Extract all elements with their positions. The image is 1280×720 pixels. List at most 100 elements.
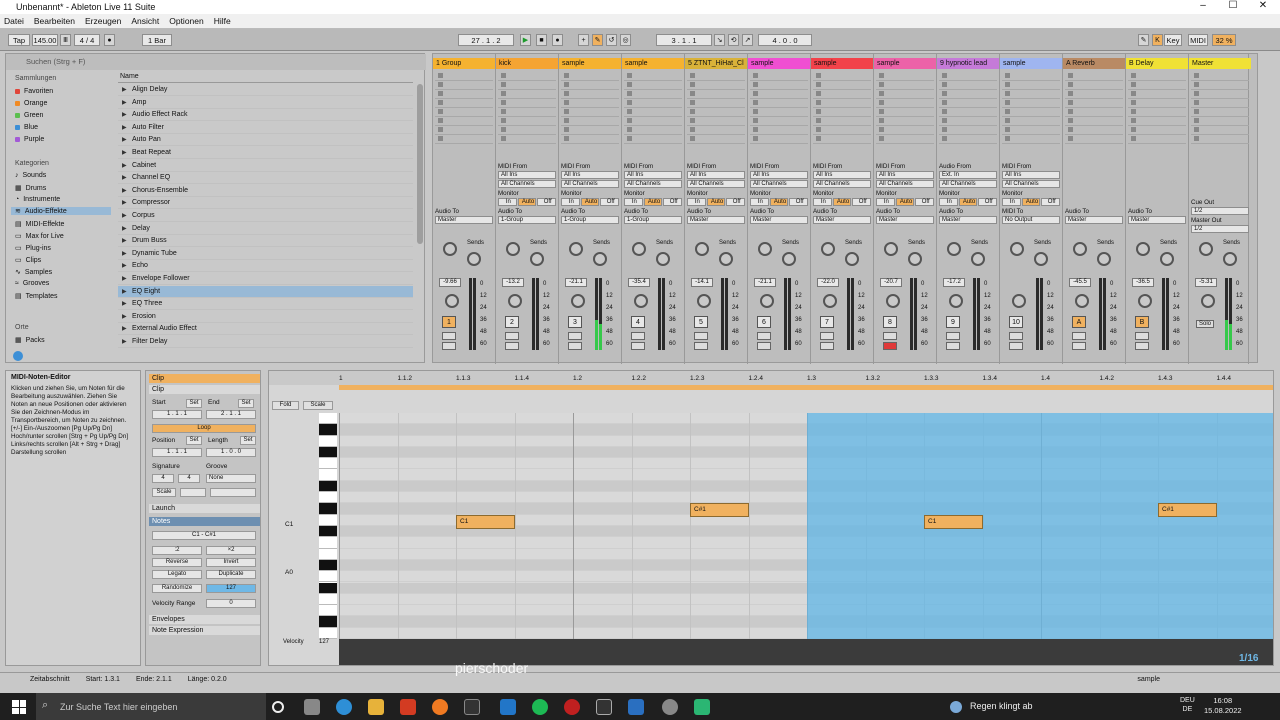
send-b-knob[interactable] <box>467 252 481 266</box>
category-templates[interactable]: ▤ Templates <box>15 292 58 301</box>
arm-button[interactable] <box>757 342 771 350</box>
browser-scrollbar[interactable] <box>417 84 423 244</box>
category-sounds[interactable]: ♪ Sounds <box>15 172 46 179</box>
expand-arrow-icon[interactable]: ▶ <box>122 250 127 257</box>
pan-knob[interactable] <box>697 294 711 308</box>
category-audio-effects[interactable]: ≋ Audio-Effekte <box>11 207 111 215</box>
output-select[interactable]: Master <box>876 216 934 224</box>
slot-stop-icon[interactable] <box>1194 91 1199 96</box>
slot-stop-icon[interactable] <box>942 127 947 132</box>
browser-search-input[interactable]: Suchen (Strg + F) <box>6 54 426 70</box>
channel-select[interactable]: All Channels <box>687 180 745 188</box>
browser-item[interactable]: ▶ Amp <box>118 97 413 109</box>
record-icon[interactable]: ● <box>552 34 563 46</box>
pan-knob[interactable] <box>760 294 774 308</box>
slot-stop-icon[interactable] <box>1068 109 1073 114</box>
slot-stop-icon[interactable] <box>1194 136 1199 141</box>
slot-stop-icon[interactable] <box>690 82 695 87</box>
live-icon[interactable] <box>464 699 480 715</box>
arm-button[interactable] <box>442 342 456 350</box>
piano-key[interactable] <box>319 470 337 481</box>
track-header[interactable]: A Reverb <box>1063 58 1125 69</box>
slot-stop-icon[interactable] <box>816 136 821 141</box>
randomize-amount[interactable]: 127 <box>206 584 256 593</box>
clip-slot[interactable] <box>939 134 997 144</box>
track-activator[interactable]: 9 <box>946 316 960 328</box>
expand-arrow-icon[interactable]: ▶ <box>122 86 127 93</box>
slot-stop-icon[interactable] <box>942 118 947 123</box>
ableton-live-icon[interactable] <box>596 699 612 715</box>
end-set-button[interactable]: Set <box>238 399 254 408</box>
punch-in-icon[interactable]: ↘ <box>714 34 725 46</box>
master-out-select[interactable]: 1/2 <box>1191 225 1249 233</box>
preview-icon[interactable] <box>13 351 23 361</box>
monitor-in-button[interactable]: In <box>561 198 580 206</box>
track-header[interactable]: Master <box>1189 58 1251 69</box>
slot-stop-icon[interactable] <box>564 118 569 123</box>
clip-slot[interactable] <box>750 134 808 144</box>
expand-arrow-icon[interactable]: ▶ <box>122 275 127 282</box>
position-set-button[interactable]: Set <box>186 436 202 445</box>
slot-stop-icon[interactable] <box>1131 127 1136 132</box>
output-select[interactable]: 1-Group <box>624 216 682 224</box>
collection-purple[interactable]: Purple <box>15 136 44 143</box>
slot-stop-icon[interactable] <box>942 73 947 78</box>
send-a-knob[interactable] <box>1010 242 1024 256</box>
slot-stop-icon[interactable] <box>438 91 443 96</box>
track-header[interactable]: 1 Group <box>433 58 495 69</box>
expand-arrow-icon[interactable]: ▶ <box>122 212 127 219</box>
capture-midi-icon[interactable]: ◎ <box>620 34 631 46</box>
piano-key[interactable] <box>319 503 337 515</box>
slot-stop-icon[interactable] <box>501 136 506 141</box>
scale-name-select[interactable] <box>210 488 256 497</box>
midi-from-select[interactable]: All Ins <box>498 171 556 179</box>
time-signature-field[interactable]: 4 / 4 <box>74 34 100 46</box>
piano-key[interactable] <box>319 628 337 639</box>
volume-display[interactable]: -21.1 <box>754 278 776 287</box>
play-icon[interactable]: ▶ <box>520 34 531 46</box>
signature-numerator[interactable]: 4 <box>152 474 174 483</box>
slot-stop-icon[interactable] <box>816 118 821 123</box>
time-selection[interactable] <box>807 413 1273 639</box>
tap-button[interactable]: Tap <box>8 34 30 46</box>
solo-button[interactable] <box>946 332 960 340</box>
monitor-in-button[interactable]: In <box>939 198 958 206</box>
solo-button[interactable]: Solo <box>1196 320 1214 328</box>
collection-blue[interactable]: Blue <box>15 124 38 131</box>
send-a-knob[interactable] <box>632 242 646 256</box>
arm-button[interactable] <box>505 342 519 350</box>
track-activator[interactable]: 7 <box>820 316 834 328</box>
browser-item[interactable]: ▶ Channel EQ <box>118 172 413 185</box>
monitor-auto-button[interactable]: Auto <box>832 198 852 206</box>
pan-knob[interactable] <box>886 294 900 308</box>
arm-button[interactable] <box>883 342 897 350</box>
slot-stop-icon[interactable] <box>690 118 695 123</box>
volume-display[interactable]: -17.2 <box>943 278 965 287</box>
slot-stop-icon[interactable] <box>1194 100 1199 105</box>
slot-stop-icon[interactable] <box>564 100 569 105</box>
expand-arrow-icon[interactable]: ▶ <box>122 325 127 332</box>
slot-stop-icon[interactable] <box>942 136 947 141</box>
notes-section[interactable]: Notes <box>149 517 260 526</box>
expand-arrow-icon[interactable]: ▶ <box>122 262 127 269</box>
key-map-icon[interactable]: K <box>1152 34 1163 46</box>
slot-stop-icon[interactable] <box>564 109 569 114</box>
browser-item[interactable]: ▶ Corpus <box>118 210 413 222</box>
slot-stop-icon[interactable] <box>1131 109 1136 114</box>
expand-arrow-icon[interactable]: ▶ <box>122 174 127 181</box>
monitor-off-button[interactable]: Off <box>1041 198 1060 206</box>
clip-slot[interactable] <box>624 134 682 144</box>
clip-section[interactable]: Clip <box>149 385 260 394</box>
mail-icon[interactable] <box>500 699 516 715</box>
slot-stop-icon[interactable] <box>564 127 569 132</box>
send-a-knob[interactable] <box>1073 242 1087 256</box>
midi-from-select[interactable]: All Ins <box>687 171 745 179</box>
signature-denominator[interactable]: 4 <box>178 474 200 483</box>
midi-from-select[interactable]: Ext. In <box>939 171 997 179</box>
send-b-knob[interactable] <box>1223 252 1237 266</box>
midi-from-select[interactable]: All Ins <box>1002 171 1060 179</box>
slot-stop-icon[interactable] <box>564 73 569 78</box>
double-duration-button[interactable]: ×2 <box>206 546 256 555</box>
category-midi-effects[interactable]: ▤ MIDI-Effekte <box>15 220 64 229</box>
track-header[interactable]: 9 hypnotic lead <box>937 58 999 69</box>
